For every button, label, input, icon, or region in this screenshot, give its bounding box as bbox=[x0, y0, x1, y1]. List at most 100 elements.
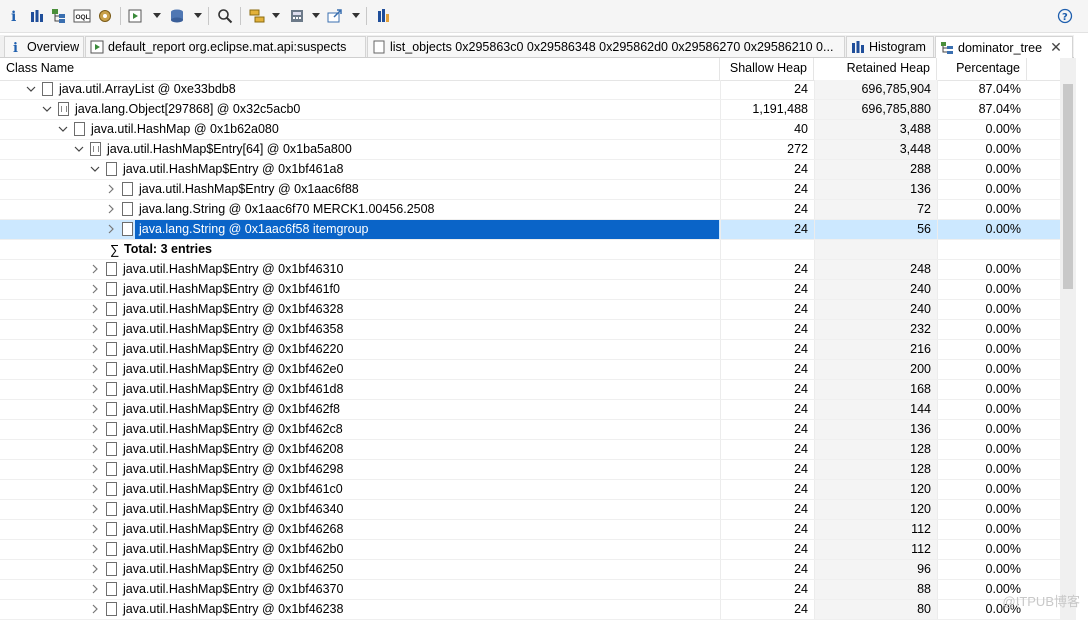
column-header-class-name[interactable]: Class Name bbox=[0, 58, 720, 80]
table-row[interactable]: java.lang.String @ 0x1aac6f70 MERCK1.004… bbox=[0, 200, 1060, 220]
chevron-right-icon[interactable] bbox=[90, 424, 100, 434]
table-row[interactable]: java.util.HashMap$Entry @ 0x1bf46328 24 24… bbox=[0, 300, 1060, 320]
class-name-label: java.util.HashMap$Entry @ 0x1bf462f8 bbox=[123, 402, 340, 416]
table-row[interactable]: java.util.HashMap$Entry @ 0x1bf461f0 24 24… bbox=[0, 280, 1060, 300]
chevron-right-icon[interactable] bbox=[106, 224, 116, 234]
export-icon[interactable] bbox=[326, 6, 344, 26]
chevron-right-icon[interactable] bbox=[90, 504, 100, 514]
table-row[interactable]: java.util.HashMap @ 0x1b62a080 40 3,488 0.0… bbox=[0, 120, 1060, 140]
chevron-right-icon[interactable] bbox=[90, 544, 100, 554]
table-row[interactable]: java.util.HashMap$Entry @ 0x1bf46250 24 96… bbox=[0, 560, 1060, 580]
retained-heap-cell: 128 bbox=[814, 440, 937, 459]
tab-overview[interactable]: i Overview bbox=[4, 36, 84, 57]
table-row[interactable]: java.lang.Object[297868] @ 0x32c5acb0 1,1… bbox=[0, 100, 1060, 120]
tab-dominator-tree[interactable]: dominator_tree ✕ bbox=[935, 36, 1073, 58]
table-row[interactable]: java.util.HashMap$Entry @ 0x1bf461a8 24 28… bbox=[0, 160, 1060, 180]
chevron-down-icon[interactable] bbox=[42, 104, 52, 114]
table-row[interactable]: java.util.HashMap$Entry @ 0x1bf46268 24 11… bbox=[0, 520, 1060, 540]
class-name-label: Total: 3 entries bbox=[124, 242, 212, 256]
chevron-right-icon[interactable] bbox=[90, 464, 100, 474]
object-icon bbox=[106, 602, 117, 616]
table-row[interactable]: java.util.HashMap$Entry @ 0x1bf46220 24 21… bbox=[0, 340, 1060, 360]
calculator-dropdown-icon[interactable] bbox=[312, 13, 320, 18]
chevron-right-icon[interactable] bbox=[90, 404, 100, 414]
column-header-percentage[interactable]: Percentage bbox=[937, 58, 1027, 80]
chevron-right-icon[interactable] bbox=[90, 304, 100, 314]
group-by-dropdown-icon[interactable] bbox=[272, 13, 280, 18]
table-row[interactable]: java.util.HashMap$Entry[64] @ 0x1ba5a800… bbox=[0, 140, 1060, 160]
chevron-down-icon[interactable] bbox=[26, 84, 36, 94]
toolbar: i OQL ? bbox=[0, 0, 1088, 33]
dominator-tree-table: Class Name Shallow Heap Retained Heap Pe… bbox=[0, 58, 1060, 620]
chevron-right-icon[interactable] bbox=[90, 284, 100, 294]
tab-default-report[interactable]: default_report org.eclipse.mat.api:suspe… bbox=[85, 36, 366, 57]
table-row[interactable]: java.lang.String @ 0x1aac6f58 itemgroup 2… bbox=[0, 220, 1060, 240]
group-by-icon[interactable] bbox=[248, 6, 266, 26]
thread-overview-icon[interactable] bbox=[96, 6, 114, 26]
histogram-icon[interactable] bbox=[28, 6, 46, 26]
vertical-scrollbar[interactable] bbox=[1060, 58, 1076, 620]
query-browser-dropdown-icon[interactable] bbox=[194, 13, 202, 18]
chevron-right-icon[interactable] bbox=[90, 324, 100, 334]
table-row[interactable]: java.util.HashMap$Entry @ 0x1bf46310 24 24… bbox=[0, 260, 1060, 280]
chevron-right-icon[interactable] bbox=[90, 364, 100, 374]
chevron-right-icon[interactable] bbox=[90, 344, 100, 354]
column-header-shallow-heap[interactable]: Shallow Heap bbox=[720, 58, 814, 80]
class-name-cell: java.util.HashMap$Entry @ 0x1bf462e0 bbox=[0, 360, 719, 379]
class-name-label: java.lang.String @ 0x1aac6f70 MERCK1.004… bbox=[139, 202, 435, 216]
chevron-right-icon[interactable] bbox=[90, 264, 100, 274]
table-row[interactable]: java.util.HashMap$Entry @ 0x1aac6f88 24 13… bbox=[0, 180, 1060, 200]
chevron-right-icon[interactable] bbox=[90, 604, 100, 614]
table-row[interactable]: java.util.HashMap$Entry @ 0x1bf46298 24 12… bbox=[0, 460, 1060, 480]
oql-icon[interactable]: OQL bbox=[72, 6, 92, 26]
tab-histogram[interactable]: Histogram bbox=[846, 36, 934, 57]
table-row[interactable]: java.util.HashMap$Entry @ 0x1bf46370 24 88… bbox=[0, 580, 1060, 600]
search-icon[interactable] bbox=[216, 6, 234, 26]
chevron-right-icon[interactable] bbox=[106, 204, 116, 214]
pin-icon[interactable] bbox=[374, 6, 392, 26]
close-icon[interactable]: ✕ bbox=[1050, 39, 1062, 56]
chevron-right-icon[interactable] bbox=[90, 564, 100, 574]
table-row[interactable]: java.util.HashMap$Entry @ 0x1bf46208 24 12… bbox=[0, 440, 1060, 460]
calculator-icon[interactable] bbox=[288, 6, 306, 26]
object-icon bbox=[42, 82, 53, 96]
shallow-heap-cell: 24 bbox=[720, 220, 814, 239]
tab-list-objects[interactable]: list_objects 0x295863c0 0x29586348 0x295… bbox=[367, 36, 845, 57]
object-icon bbox=[106, 322, 117, 336]
run-report-dropdown-icon[interactable] bbox=[153, 13, 161, 18]
chevron-down-icon[interactable] bbox=[58, 124, 68, 134]
chevron-down-icon[interactable] bbox=[74, 144, 84, 154]
object-icon bbox=[106, 362, 117, 376]
table-row[interactable]: java.util.HashMap$Entry @ 0x1bf46358 24 23… bbox=[0, 320, 1060, 340]
dominator-tree-icon[interactable] bbox=[50, 6, 68, 26]
table-row[interactable]: java.util.HashMap$Entry @ 0x1bf462b0 24 11… bbox=[0, 540, 1060, 560]
retained-heap-cell: 144 bbox=[814, 400, 937, 419]
table-row[interactable]: ∑ Total: 3 entries bbox=[0, 240, 1060, 260]
table-row[interactable]: java.util.HashMap$Entry @ 0x1bf461c0 24 12… bbox=[0, 480, 1060, 500]
chevron-right-icon[interactable] bbox=[90, 484, 100, 494]
table-row[interactable]: java.util.HashMap$Entry @ 0x1bf462e0 24 20… bbox=[0, 360, 1060, 380]
chevron-right-icon[interactable] bbox=[90, 384, 100, 394]
percentage-cell: 0.00% bbox=[937, 360, 1027, 379]
query-browser-icon[interactable] bbox=[168, 6, 186, 26]
chevron-right-icon[interactable] bbox=[90, 584, 100, 594]
chevron-right-icon[interactable] bbox=[90, 444, 100, 454]
scrollbar-thumb[interactable] bbox=[1063, 84, 1073, 289]
retained-heap-cell: 3,448 bbox=[814, 140, 937, 159]
run-report-icon[interactable] bbox=[126, 6, 144, 26]
chevron-right-icon[interactable] bbox=[106, 184, 116, 194]
export-dropdown-icon[interactable] bbox=[352, 13, 360, 18]
object-icon bbox=[106, 462, 117, 476]
help-icon[interactable]: ? bbox=[1056, 6, 1074, 26]
table-row[interactable]: java.util.HashMap$Entry @ 0x1bf462f8 24 14… bbox=[0, 400, 1060, 420]
chevron-down-icon[interactable] bbox=[90, 164, 100, 174]
column-header-retained-heap[interactable]: Retained Heap bbox=[814, 58, 937, 80]
table-row[interactable]: java.util.HashMap$Entry @ 0x1bf46238 24 80… bbox=[0, 600, 1060, 620]
class-name-cell: java.util.HashMap$Entry @ 0x1bf46238 bbox=[0, 600, 719, 619]
info-icon[interactable]: i bbox=[6, 6, 22, 26]
table-row[interactable]: java.util.HashMap$Entry @ 0x1bf46340 24 12… bbox=[0, 500, 1060, 520]
chevron-right-icon[interactable] bbox=[90, 524, 100, 534]
table-row[interactable]: java.util.HashMap$Entry @ 0x1bf462c8 24 13… bbox=[0, 420, 1060, 440]
table-row[interactable]: java.util.ArrayList @ 0xe33bdb8 24 696,785… bbox=[0, 80, 1060, 100]
table-row[interactable]: java.util.HashMap$Entry @ 0x1bf461d8 24 16… bbox=[0, 380, 1060, 400]
